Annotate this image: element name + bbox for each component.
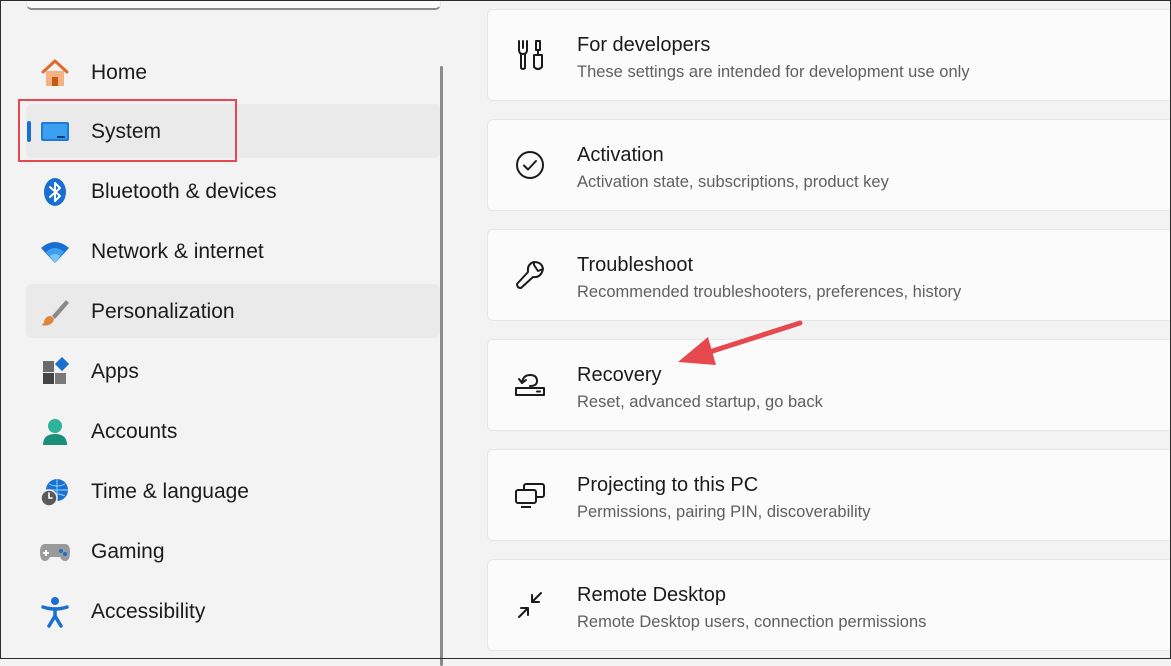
- card-title: Activation: [577, 144, 664, 166]
- sidebar-item-label: Network & internet: [91, 240, 264, 263]
- sidebar-item-bluetooth[interactable]: Bluetooth & devices: [26, 164, 440, 218]
- card-title: For developers: [577, 34, 711, 56]
- sidebar-item-label: Apps: [91, 360, 139, 383]
- card-title: Troubleshoot: [577, 254, 693, 276]
- sidebar-item-label: Home: [91, 61, 148, 84]
- card-subtitle: Activation state, subscriptions, product…: [577, 173, 889, 191]
- paintbrush-icon: [39, 297, 71, 327]
- sidebar-item-personalization[interactable]: Personalization: [26, 284, 440, 338]
- sidebar-item-label: Time & language: [91, 480, 249, 503]
- sidebar-item-gaming[interactable]: Gaming: [26, 524, 440, 578]
- sidebar: Home System Bluetooth & devices Network …: [0, 0, 445, 666]
- card-subtitle: Reset, advanced startup, go back: [577, 393, 823, 411]
- card-subtitle: These settings are intended for developm…: [577, 63, 970, 81]
- sidebar-item-network[interactable]: Network & internet: [26, 224, 440, 278]
- developer-tools-icon: [512, 37, 548, 73]
- apps-icon: [39, 357, 71, 387]
- annotation-highlight-box: [18, 99, 237, 162]
- sidebar-item-accounts[interactable]: Accounts: [26, 404, 440, 458]
- accessibility-icon: [39, 597, 71, 628]
- card-subtitle: Recommended troubleshooters, preferences…: [577, 283, 962, 301]
- recovery-icon: [512, 367, 548, 403]
- globe-clock-icon: [39, 477, 71, 507]
- sidebar-item-label: Bluetooth & devices: [91, 180, 277, 203]
- person-icon: [39, 417, 71, 447]
- sidebar-item-apps[interactable]: Apps: [26, 344, 440, 398]
- search-box[interactable]: [26, 0, 441, 10]
- projecting-icon: [512, 477, 548, 513]
- wifi-icon: [39, 237, 71, 267]
- sidebar-scrollbar[interactable]: [440, 66, 443, 666]
- sidebar-item-label: Personalization: [91, 300, 235, 323]
- bluetooth-icon: [39, 177, 71, 207]
- card-troubleshoot[interactable]: Troubleshoot Recommended troubleshooters…: [487, 229, 1171, 321]
- card-title: Recovery: [577, 364, 662, 386]
- card-title: Projecting to this PC: [577, 474, 759, 496]
- sidebar-item-home[interactable]: Home: [26, 45, 440, 99]
- annotation-arrow: [678, 320, 803, 365]
- card-activation[interactable]: Activation Activation state, subscriptio…: [487, 119, 1171, 211]
- wrench-icon: [512, 257, 548, 293]
- check-circle-icon: [512, 147, 548, 183]
- card-remote-desktop[interactable]: Remote Desktop Remote Desktop users, con…: [487, 559, 1171, 651]
- card-for-developers[interactable]: For developers These settings are intend…: [487, 9, 1171, 101]
- gamepad-icon: [39, 537, 71, 567]
- card-title: Remote Desktop: [577, 584, 726, 606]
- home-icon: [39, 58, 71, 88]
- remote-desktop-icon: [512, 587, 548, 623]
- sidebar-item-label: Gaming: [91, 540, 165, 563]
- card-recovery[interactable]: Recovery Reset, advanced startup, go bac…: [487, 339, 1171, 431]
- sidebar-item-label: Accessibility: [91, 600, 206, 623]
- sidebar-item-label: Accounts: [91, 420, 178, 443]
- sidebar-item-accessibility[interactable]: Accessibility: [26, 584, 440, 638]
- card-projecting[interactable]: Projecting to this PC Permissions, pairi…: [487, 449, 1171, 541]
- card-subtitle: Remote Desktop users, connection permiss…: [577, 613, 927, 631]
- card-subtitle: Permissions, pairing PIN, discoverabilit…: [577, 503, 871, 521]
- sidebar-item-time-language[interactable]: Time & language: [26, 464, 440, 518]
